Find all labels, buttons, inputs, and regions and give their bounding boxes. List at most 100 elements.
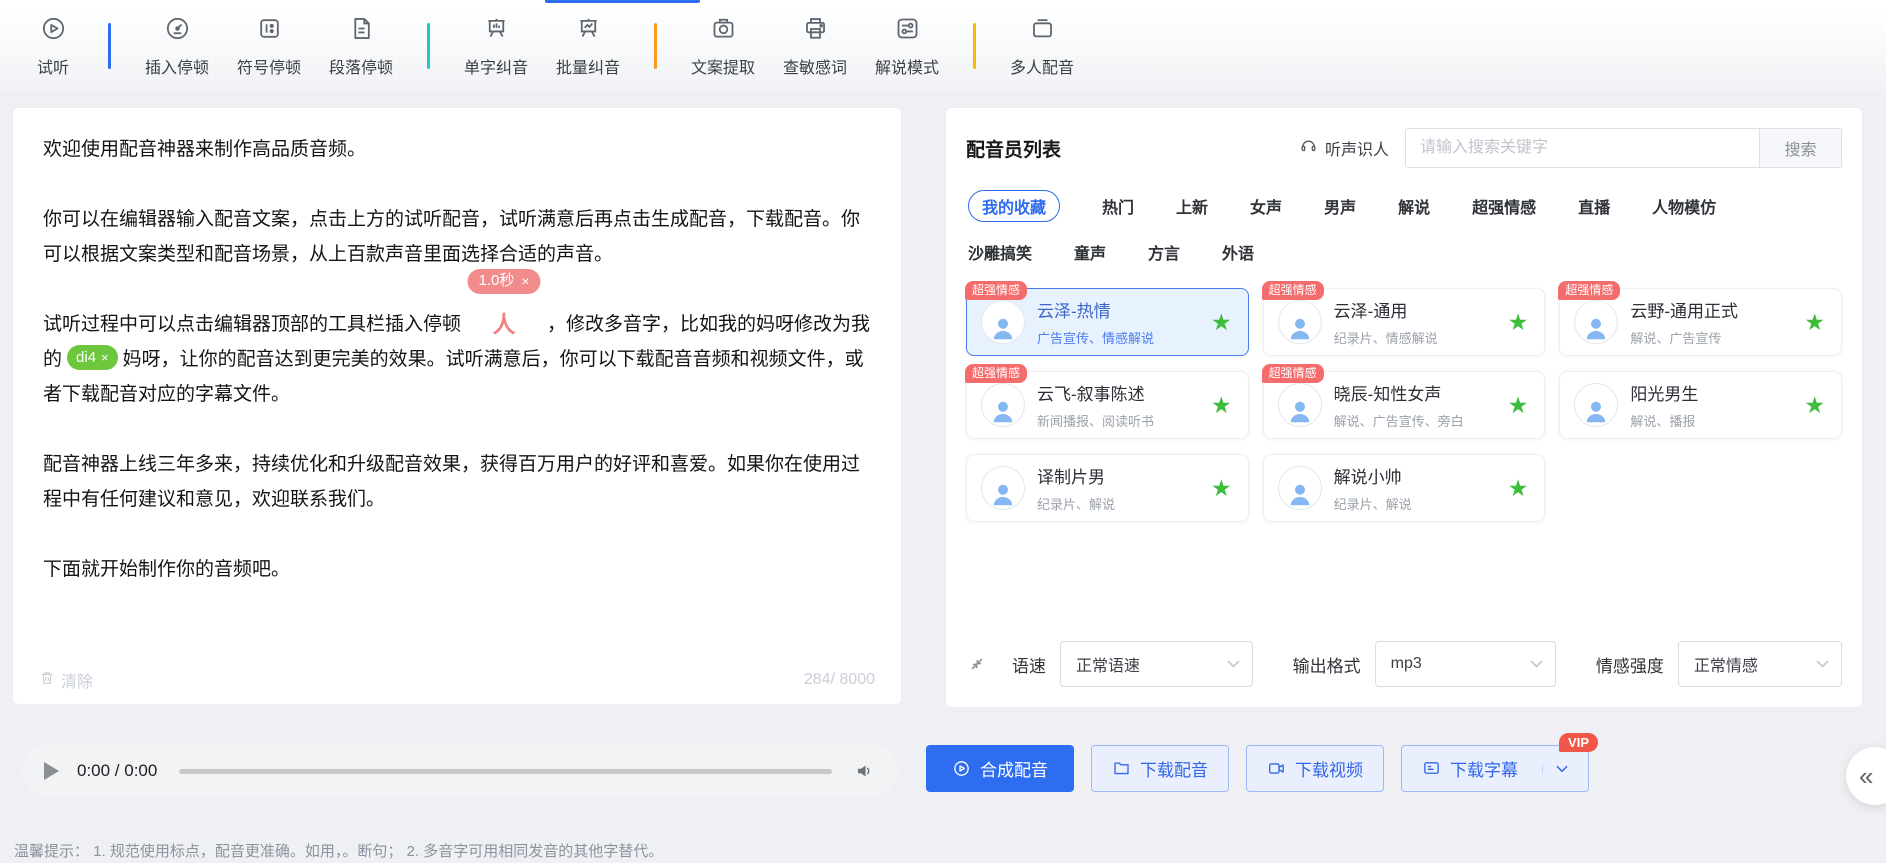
favorite-star-icon[interactable]: ★ — [1211, 476, 1232, 500]
voice-name: 云野-通用正式 — [1630, 302, 1738, 321]
toolbar-item-symbol-pause[interactable]: 符号停顿 — [229, 15, 309, 78]
toolbar-item-label: 段落停顿 — [328, 59, 393, 77]
favorite-star-icon[interactable]: ★ — [1804, 393, 1825, 417]
voice-name: 晓辰-知性女声 — [1333, 385, 1442, 404]
avatar — [1277, 300, 1322, 344]
toolbar-item-sensitive-words[interactable]: 查敏感词 — [775, 15, 855, 78]
voice-name: 云飞-叙事陈述 — [1037, 385, 1145, 404]
voice-identify-label: 听声识人 — [1324, 142, 1389, 159]
voice-identify-button[interactable]: 听声识人 — [1299, 136, 1389, 160]
clear-button[interactable]: 清除 — [39, 668, 93, 692]
voice-card[interactable]: 超强情感 云泽-热情 广告宣传、情感解说 ★ — [965, 281, 1249, 356]
play-circle-icon — [954, 761, 969, 776]
clear-label: 清除 — [61, 674, 94, 691]
video-camera-icon — [1269, 763, 1284, 774]
voice-card[interactable]: 阳光男生 解说、播报 ★ — [1559, 371, 1842, 439]
tab-new[interactable]: 上新 — [1176, 194, 1208, 218]
toolbar-item-audition[interactable]: 试听 — [24, 15, 82, 78]
tab-hot[interactable]: 热门 — [1102, 194, 1134, 218]
toolbar-divider — [108, 23, 111, 69]
toolbar-item-multi-voice[interactable]: 多人配音 — [1002, 15, 1082, 78]
emotion-badge: 超强情感 — [965, 281, 1028, 300]
remove-pinyin-icon[interactable]: × — [101, 350, 109, 365]
emotion-select[interactable]: 正常情感 — [1677, 641, 1842, 687]
emotion-badge: 超强情感 — [1558, 281, 1621, 300]
pause-duration-tag[interactable]: 1.0秒 × — [467, 269, 541, 294]
search-box: 搜索 — [1405, 128, 1842, 168]
tab-live[interactable]: 直播 — [1578, 194, 1610, 218]
player-progress-bar[interactable] — [179, 768, 832, 774]
toolbar-item-batch-correction[interactable]: 批量纠音 — [548, 15, 628, 78]
voice-card-grid: 超强情感 云泽-热情 广告宣传、情感解说 ★ 超强情感 云泽-通用 纪录片、情感… — [965, 281, 1842, 522]
script-editor-panel: 欢迎使用配音神器来制作高品质音频。 你可以在编辑器输入配音文案，点击上方的试听配… — [12, 107, 902, 705]
toolbar-item-narration-mode[interactable]: 解说模式 — [867, 15, 947, 78]
download-audio-button[interactable]: 下载配音 — [1091, 745, 1229, 792]
tab-foreign[interactable]: 外语 — [1222, 240, 1254, 264]
voice-name: 译制片男 — [1037, 468, 1105, 487]
synthesize-button[interactable]: 合成配音 — [926, 745, 1074, 792]
favorite-star-icon[interactable]: ★ — [1211, 393, 1232, 417]
voice-card[interactable]: 超强情感 晓辰-知性女声 解说、广告宣传、旁白 ★ — [1261, 364, 1546, 439]
subtitle-icon — [1424, 762, 1439, 774]
tab-impersonation[interactable]: 人物模仿 — [1652, 194, 1716, 218]
double-chevron-left-icon: « — [1859, 760, 1874, 791]
pause-duration-label: 1.0秒 — [478, 272, 515, 289]
symbol-pause-icon — [256, 15, 283, 47]
format-label: 输出格式 — [1292, 656, 1361, 676]
avatar — [1574, 383, 1619, 427]
speed-select[interactable]: 正常语速 — [1060, 641, 1253, 687]
tab-funny[interactable]: 沙雕搞笑 — [968, 240, 1032, 264]
favorite-star-icon[interactable]: ★ — [1804, 310, 1825, 334]
toolbar-divider — [427, 23, 430, 69]
tab-dialect[interactable]: 方言 — [1148, 240, 1180, 264]
favorite-star-icon[interactable]: ★ — [1508, 476, 1529, 500]
voice-name: 解说小帅 — [1333, 468, 1402, 487]
format-select[interactable]: mp3 — [1374, 641, 1556, 687]
avatar — [981, 300, 1025, 344]
search-input[interactable] — [1406, 129, 1759, 167]
subtitle-dropdown-chevron[interactable] — [1542, 764, 1568, 773]
toolbar-item-label: 文案提取 — [690, 59, 755, 77]
collapse-sidebar-button[interactable]: « — [1846, 747, 1886, 805]
tab-strong-emotion[interactable]: 超强情感 — [1472, 194, 1536, 218]
chevron-down-icon — [1227, 660, 1240, 668]
tab-child[interactable]: 童声 — [1074, 240, 1106, 264]
voice-card[interactable]: 解说小帅 纪录片、解说 ★ — [1262, 454, 1546, 522]
pause-marker[interactable]: 1.0秒 × 人 — [461, 269, 547, 342]
tab-female[interactable]: 女声 — [1250, 194, 1282, 218]
toolbar-item-insert-pause[interactable]: 插入停顿 — [137, 15, 217, 78]
download-subtitle-button[interactable]: VIP 下载字幕 — [1401, 733, 1598, 792]
script-editor[interactable]: 欢迎使用配音神器来制作高品质音频。 你可以在编辑器输入配音文案，点击上方的试听配… — [13, 108, 901, 587]
toolbar-item-paragraph-pause[interactable]: 段落停顿 — [321, 15, 401, 78]
voice-card[interactable]: 超强情感 云飞-叙事陈述 新闻播报、阅读听书 ★ — [965, 364, 1249, 439]
toolbar-item-copy-extract[interactable]: 文案提取 — [683, 15, 763, 78]
voice-name: 云泽-热情 — [1037, 302, 1111, 321]
favorite-star-icon[interactable]: ★ — [1508, 310, 1529, 334]
voice-card[interactable]: 超强情感 云野-通用正式 解说、广告宣传 ★ — [1558, 281, 1842, 356]
toolbar-divider — [973, 23, 976, 69]
voice-card[interactable]: 超强情感 云泽-通用 纪录片、情感解说 ★ — [1261, 281, 1546, 356]
format-value: mp3 — [1390, 655, 1422, 672]
favorite-star-icon[interactable]: ★ — [1508, 393, 1529, 417]
favorite-star-icon[interactable]: ★ — [1211, 310, 1232, 334]
volume-icon[interactable] — [854, 760, 876, 782]
tab-narration[interactable]: 解说 — [1398, 194, 1430, 218]
collapse-panel-icon[interactable] — [966, 653, 988, 675]
tab-male[interactable]: 男声 — [1324, 194, 1356, 218]
player-play-button[interactable] — [44, 762, 59, 780]
pinyin-tag[interactable]: di4 × — [67, 345, 118, 370]
category-tabs-row-1: 我的收藏 热门 上新 女声 男声 解说 超强情感 直播 人物模仿 — [968, 190, 1840, 222]
voice-tags: 解说、广告宣传、旁白 — [1333, 414, 1464, 429]
download-video-button[interactable]: 下载视频 — [1246, 745, 1384, 792]
tab-my-favorites[interactable]: 我的收藏 — [968, 190, 1061, 222]
audio-player: 0:00 / 0:00 — [22, 745, 898, 797]
search-button[interactable]: 搜索 — [1759, 129, 1841, 167]
avatar — [1277, 466, 1322, 510]
toolbar-item-label: 单字纠音 — [463, 59, 528, 77]
voice-card[interactable]: 译制片男 纪录片、解说 ★ — [966, 454, 1249, 522]
editor-paragraph: 配音神器上线三年多来，持续优化和升级配音效果，获得百万用户的好评和喜爱。如果你在… — [43, 454, 861, 510]
toolbar-item-single-correction[interactable]: 单字纠音 — [456, 15, 536, 78]
remove-pause-icon[interactable]: × — [521, 270, 529, 292]
voice-name: 云泽-通用 — [1333, 302, 1408, 321]
pinyin-label: di4 — [76, 349, 97, 366]
